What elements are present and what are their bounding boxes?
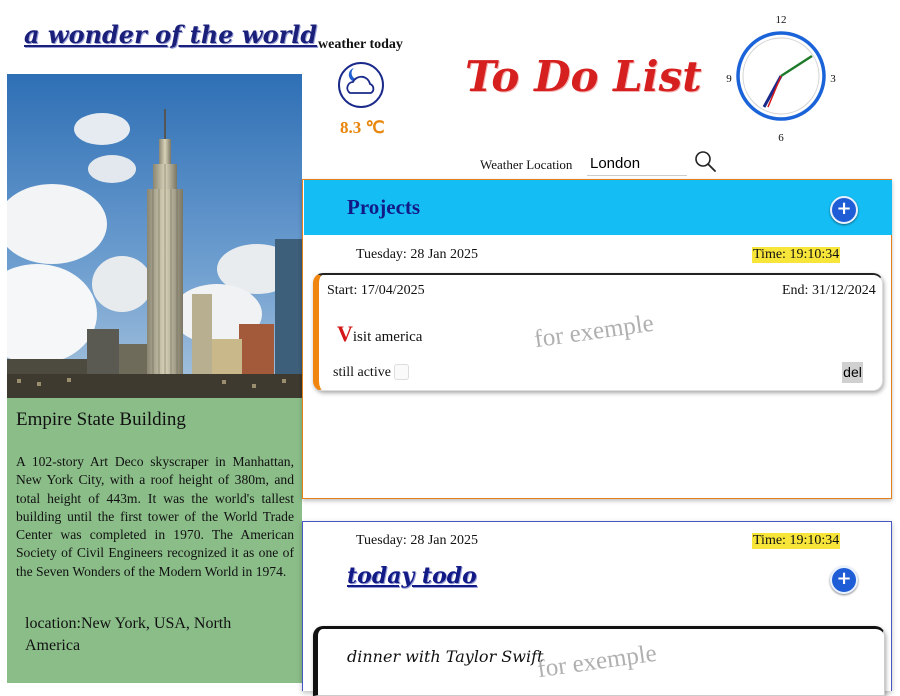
today-time: Time: 19:10:34	[752, 533, 841, 549]
wonder-description: A 102-story Art Deco skyscraper in Manha…	[16, 454, 294, 579]
moon-cloud-icon	[338, 59, 384, 111]
add-todo-button[interactable]: +	[830, 566, 858, 594]
temperature: 8.3 ℃	[340, 118, 385, 137]
delete-project-button[interactable]: del	[842, 362, 863, 383]
still-active-checkbox[interactable]	[394, 364, 409, 380]
clock-number-9: 9	[726, 73, 732, 85]
clock-number-12: 12	[776, 14, 787, 26]
wonder-name: Empire State Building	[16, 409, 186, 430]
weather-label: weather today	[318, 37, 403, 52]
still-active-label: still active	[333, 365, 391, 380]
project-end-date: End: 31/12/2024	[782, 283, 876, 298]
weather-location-input[interactable]	[587, 151, 687, 176]
wonder-location: location:New York, USA, North America	[25, 615, 232, 654]
app-title: To Do List	[465, 52, 702, 101]
projects-title: Projects	[347, 195, 421, 219]
todo-text: dinner with Taylor Swift	[347, 647, 544, 666]
clock-number-6: 6	[778, 132, 784, 144]
clock-number-3: 3	[830, 73, 836, 85]
search-icon[interactable]	[694, 150, 718, 174]
project-task: Visit america	[337, 321, 422, 347]
wonder-photo	[7, 74, 302, 398]
site-title: a wonder of the world	[24, 20, 318, 49]
today-todo-title: today todo	[347, 563, 477, 589]
project-start-date: Start: 17/04/2025	[327, 283, 425, 298]
project-task-initial: V	[337, 321, 353, 346]
projects-time: Time: 19:10:34	[752, 247, 841, 263]
project-task-text: isit america	[352, 329, 423, 345]
projects-date: Tuesday: 28 Jan 2025	[356, 247, 478, 262]
today-date: Tuesday: 28 Jan 2025	[356, 533, 478, 548]
weather-location-label: Weather Location	[480, 157, 573, 172]
analog-clock: 12 3 6 9	[722, 10, 842, 145]
add-project-button[interactable]: +	[830, 196, 858, 224]
